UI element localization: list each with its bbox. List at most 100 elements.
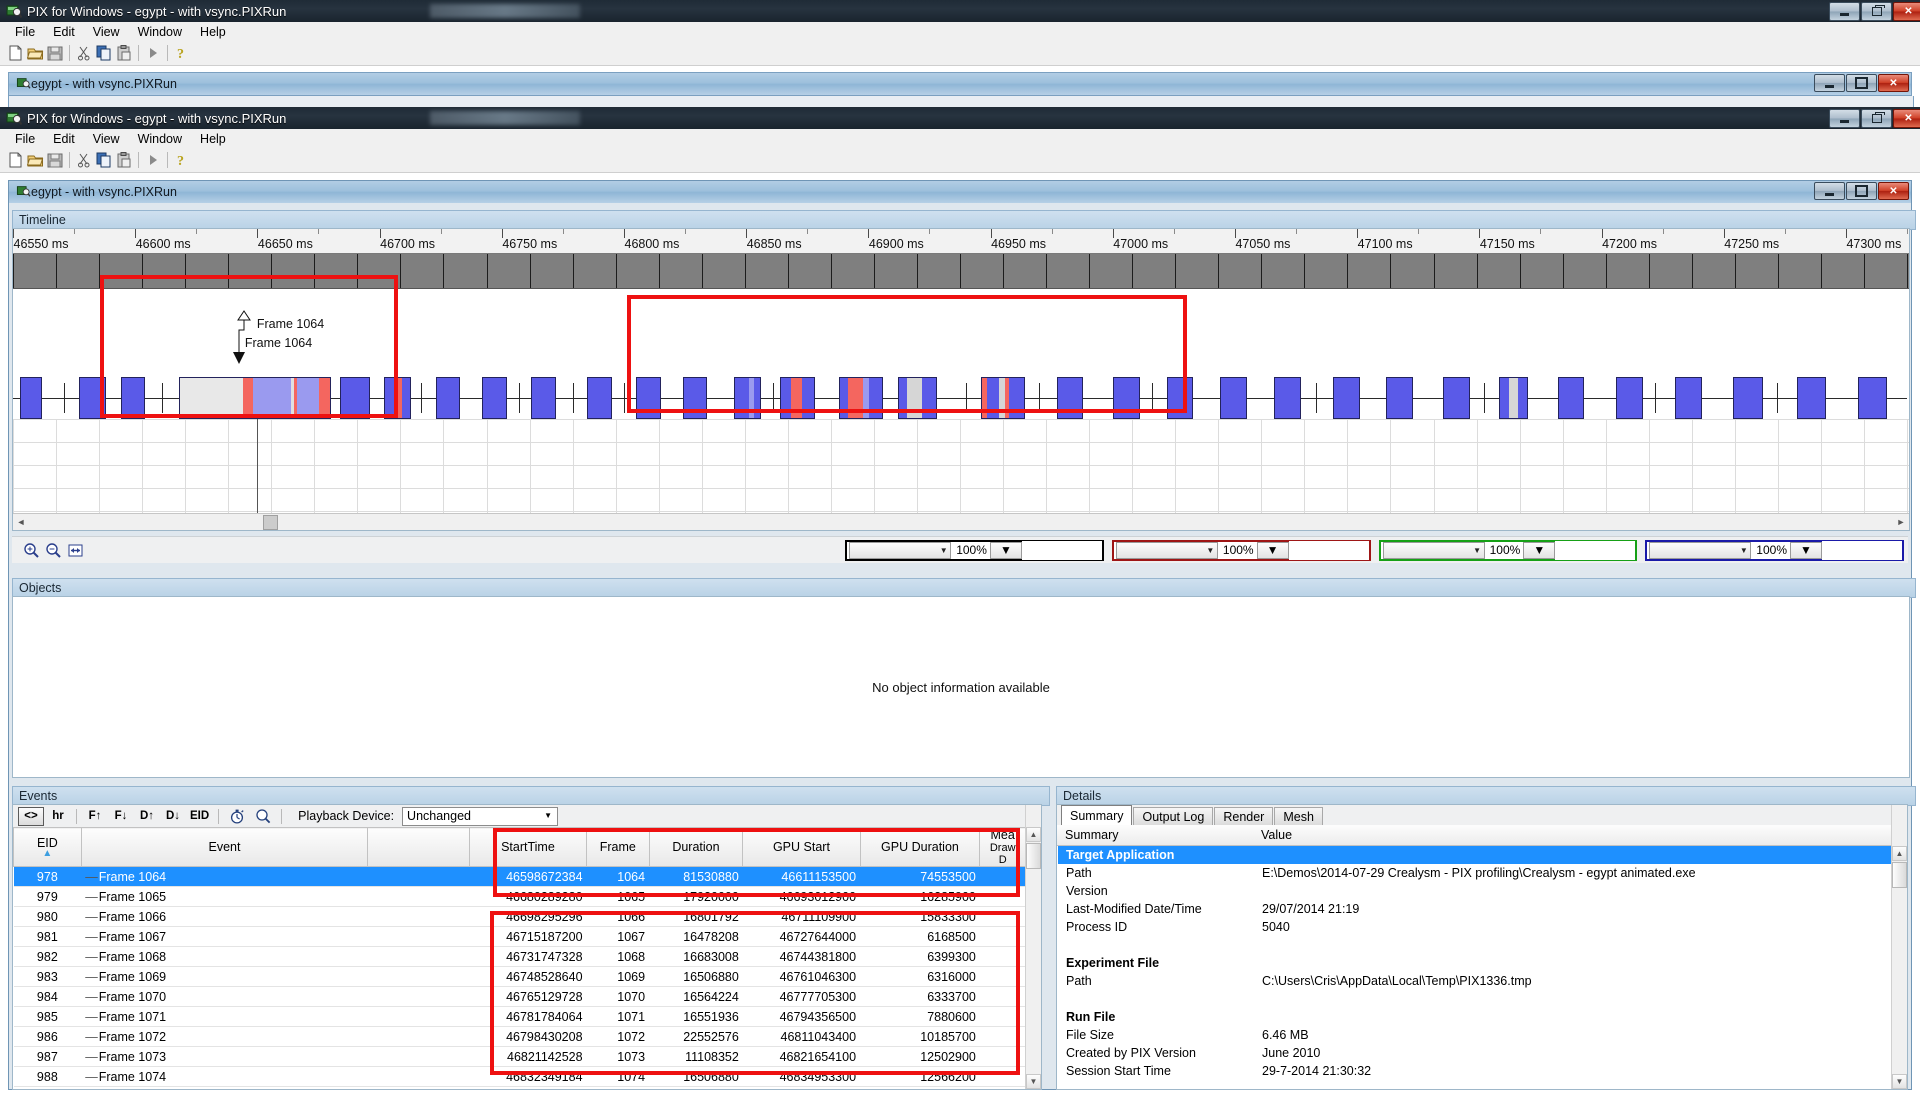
timeline-frame-box[interactable] bbox=[683, 377, 707, 419]
outer-window-titlebar[interactable]: PIX for Windows - egypt - with vsync.PIX… bbox=[0, 0, 1920, 22]
chevron-down-icon[interactable]: ▼ bbox=[1267, 543, 1279, 557]
details-vscrollbar[interactable]: ▲ ▼ bbox=[1891, 805, 1907, 1089]
table-row[interactable]: 984—Frame 107046765129728107016564224467… bbox=[14, 987, 1026, 1007]
legend-percent-select-dark-red[interactable]: ▼ bbox=[1257, 542, 1289, 559]
chevron-down-icon[interactable]: ▼ bbox=[1204, 544, 1217, 557]
events-scroll-down-arrow[interactable]: ▼ bbox=[1026, 1074, 1041, 1089]
timeline-frame-box[interactable] bbox=[898, 377, 937, 419]
details-row[interactable]: Created by PIX VersionJune 2010 bbox=[1058, 1044, 1891, 1062]
timeline-frame-box[interactable] bbox=[981, 377, 1025, 419]
menu-view[interactable]: View bbox=[84, 24, 129, 40]
details-scroll-down-arrow[interactable]: ▼ bbox=[1892, 1074, 1907, 1089]
cut-scissors-icon[interactable] bbox=[74, 43, 94, 63]
timeline-frame-box[interactable] bbox=[1443, 377, 1470, 419]
table-row[interactable]: 978—Frame 106446598672384106481530880466… bbox=[14, 867, 1026, 887]
events-hr-button[interactable]: hr bbox=[46, 808, 70, 825]
mdi-close-button[interactable]: ✕ bbox=[1878, 182, 1909, 200]
table-row[interactable]: 980—Frame 106646698295296106616801792467… bbox=[14, 907, 1026, 927]
events-draw-down-button[interactable]: D↓ bbox=[161, 808, 185, 825]
details-row[interactable]: Session Start Time29-7-2014 21:30:32 bbox=[1058, 1062, 1891, 1080]
col-header-blank[interactable] bbox=[368, 828, 470, 867]
timeline-frame-box[interactable] bbox=[1616, 377, 1643, 419]
col-header-event[interactable]: Event bbox=[81, 828, 368, 867]
col-header-eid[interactable]: EID ▲ bbox=[14, 828, 82, 867]
zoom-in-magnifier-icon[interactable] bbox=[20, 539, 42, 561]
copy-icon-2[interactable] bbox=[94, 150, 114, 170]
table-row[interactable]: 982—Frame 106846731747328106816683008467… bbox=[14, 947, 1026, 967]
col-header-duration[interactable]: Duration bbox=[649, 828, 743, 867]
paste-icon[interactable] bbox=[114, 43, 134, 63]
menu2-help[interactable]: Help bbox=[191, 131, 235, 147]
timeline-frame-box[interactable] bbox=[734, 377, 761, 419]
col-header-frame[interactable]: Frame bbox=[587, 828, 650, 867]
table-row[interactable]: 989—Frame 107546848958464107523855104468… bbox=[14, 1087, 1026, 1090]
timeline-frame-box[interactable] bbox=[587, 377, 611, 419]
details-row[interactable]: Process ID5040 bbox=[1058, 918, 1891, 936]
timeline-plot-area[interactable]: Frame 1064Frame 1064 bbox=[13, 289, 1909, 530]
events-toggle-code-button[interactable]: <> bbox=[18, 807, 44, 826]
play-icon[interactable] bbox=[143, 43, 163, 63]
timeline-frame-box[interactable] bbox=[1220, 377, 1247, 419]
timeline-frame-box[interactable] bbox=[1499, 377, 1528, 419]
timeline-hscrollbar[interactable]: ◄ ► bbox=[13, 513, 1909, 530]
events-eid-button[interactable]: EID bbox=[187, 808, 212, 825]
playback-device-select[interactable]: Unchanged ▼ bbox=[402, 807, 558, 826]
timeline-frame-box[interactable] bbox=[1858, 377, 1887, 419]
menu2-window[interactable]: Window bbox=[129, 131, 191, 147]
timeline-scroll-thumb[interactable] bbox=[263, 515, 278, 530]
mdi-maximize-button[interactable] bbox=[1846, 182, 1877, 200]
menu2-view[interactable]: View bbox=[84, 131, 129, 147]
menu-help[interactable]: Help bbox=[191, 24, 235, 40]
menu2-file[interactable]: File bbox=[6, 131, 44, 147]
tab-mesh[interactable]: Mesh bbox=[1274, 807, 1323, 825]
save-disk-icon[interactable] bbox=[45, 43, 65, 63]
details-scroll-thumb[interactable] bbox=[1892, 862, 1907, 888]
help-question-icon[interactable]: ? bbox=[172, 43, 192, 63]
events-frame-down-button[interactable]: F↓ bbox=[109, 808, 133, 825]
details-scroll-up-arrow[interactable]: ▲ bbox=[1892, 846, 1907, 861]
zoom-out-magnifier-icon[interactable] bbox=[42, 539, 64, 561]
table-row[interactable]: 979—Frame 106546680289280106517920000466… bbox=[14, 887, 1026, 907]
stopwatch-icon[interactable] bbox=[225, 808, 249, 825]
events-scroll-thumb[interactable] bbox=[1026, 843, 1041, 869]
bg-mdi-close-button[interactable]: ✕ bbox=[1878, 74, 1909, 92]
timeline-frame-box[interactable] bbox=[1675, 377, 1702, 419]
tab-render[interactable]: Render bbox=[1214, 807, 1273, 825]
legend-value-box-dark-red[interactable] bbox=[1289, 541, 1369, 560]
legend-value-box-black[interactable] bbox=[1022, 541, 1102, 560]
new-document-icon-2[interactable] bbox=[5, 150, 25, 170]
timeline-frame-box[interactable] bbox=[482, 377, 506, 419]
chevron-down-icon[interactable]: ▼ bbox=[1800, 543, 1812, 557]
inner-restore-button[interactable] bbox=[1861, 109, 1892, 128]
paste-icon-2[interactable] bbox=[114, 150, 134, 170]
timeline-frame-box[interactable] bbox=[1386, 377, 1413, 419]
background-mdi-titlebar[interactable]: egypt - with vsync.PIXRun ✕ bbox=[9, 73, 1911, 95]
copy-icon[interactable] bbox=[94, 43, 114, 63]
inner-minimize-button[interactable] bbox=[1829, 109, 1860, 128]
active-mdi-titlebar[interactable]: egypt - with vsync.PIXRun ✕ bbox=[9, 181, 1911, 203]
chevron-down-icon[interactable]: ▼ bbox=[1737, 544, 1750, 557]
details-row[interactable]: Run File bbox=[1058, 1008, 1891, 1026]
legend-value-box-blue[interactable] bbox=[1822, 541, 1902, 560]
menu-window[interactable]: Window bbox=[129, 24, 191, 40]
col-header-measured-draw[interactable]: Mea Draw D bbox=[980, 828, 1026, 867]
legend-percent-select-black[interactable]: ▼ bbox=[990, 542, 1022, 559]
events-draw-up-button[interactable]: D↑ bbox=[135, 808, 159, 825]
timeline-frame-box[interactable] bbox=[1558, 377, 1585, 419]
details-row[interactable]: Version bbox=[1058, 882, 1891, 900]
save-disk-icon-2[interactable] bbox=[45, 150, 65, 170]
chevron-down-icon[interactable]: ▼ bbox=[1533, 543, 1545, 557]
tab-summary[interactable]: Summary bbox=[1061, 805, 1132, 825]
chevron-down-icon[interactable]: ▼ bbox=[937, 544, 950, 557]
timeline-frame-box[interactable] bbox=[121, 377, 145, 419]
chevron-down-icon[interactable]: ▼ bbox=[541, 809, 555, 823]
details-row[interactable]: PathC:\Users\Cris\AppData\Local\Temp\PIX… bbox=[1058, 972, 1891, 990]
open-folder-icon[interactable] bbox=[25, 43, 45, 63]
timeline-frame-box[interactable] bbox=[1274, 377, 1301, 419]
details-row[interactable]: PathE:\Demos\2014-07-29 Crealysm - PIX p… bbox=[1058, 864, 1891, 882]
outer-close-button[interactable]: ✕ bbox=[1893, 2, 1920, 21]
events-table-scroll[interactable]: EID ▲ Event StartTime Frame Duration GPU… bbox=[13, 827, 1026, 1089]
inner-close-button[interactable]: ✕ bbox=[1893, 109, 1920, 128]
events-vscrollbar[interactable]: ▲ ▼ bbox=[1025, 805, 1041, 1089]
events-frame-up-button[interactable]: F↑ bbox=[83, 808, 107, 825]
